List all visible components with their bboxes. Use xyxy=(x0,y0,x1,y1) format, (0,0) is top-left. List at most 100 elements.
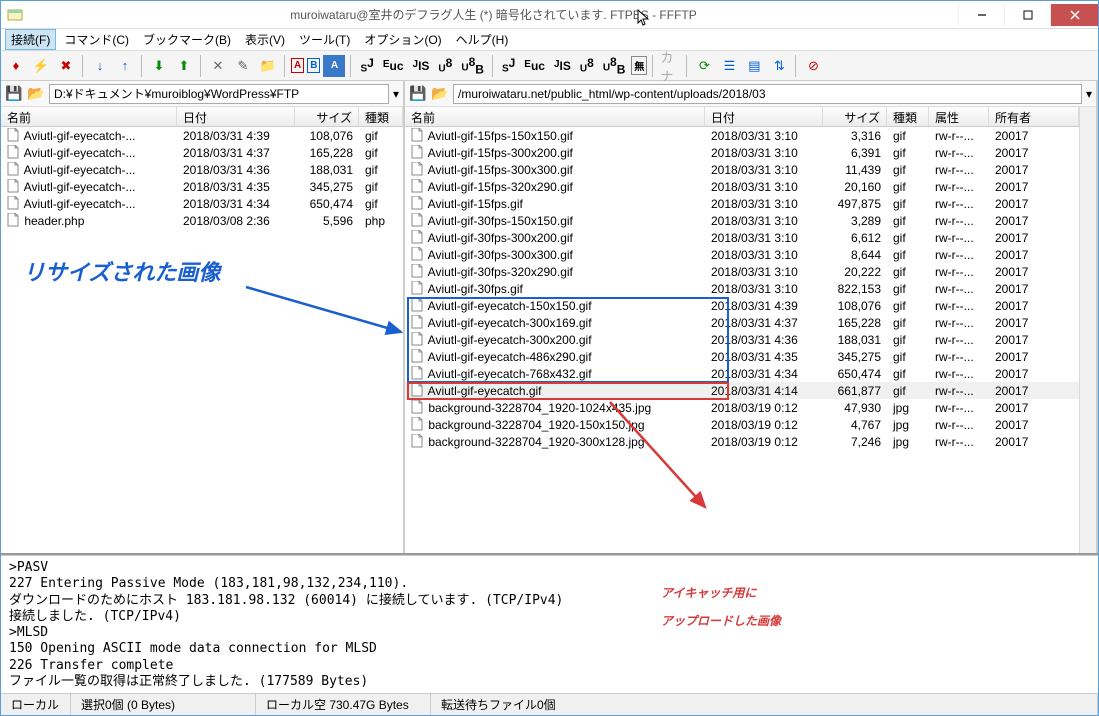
table-row[interactable]: Aviutl-gif-30fps-300x300.gif2018/03/31 3… xyxy=(405,246,1079,263)
jis-send-icon[interactable]: JIS xyxy=(551,57,574,75)
table-row[interactable]: background-3228704_1920-150x150.jpg2018/… xyxy=(405,416,1079,433)
mirror-download-icon[interactable]: ⬇ xyxy=(148,55,170,77)
table-row[interactable]: background-3228704_1920-1024x435.jpg2018… xyxy=(405,399,1079,416)
status-local: ローカル xyxy=(1,694,71,715)
col-perm[interactable]: 属性 xyxy=(929,107,989,126)
table-row[interactable]: background-3228704_1920-300x128.jpg2018/… xyxy=(405,433,1079,450)
table-row[interactable]: Aviutl-gif-15fps.gif2018/03/31 3:10497,8… xyxy=(405,195,1079,212)
col-name[interactable]: 名前 xyxy=(405,107,705,126)
menu-tool[interactable]: ツール(T) xyxy=(293,29,356,50)
connect-icon[interactable]: ♦ xyxy=(5,55,27,77)
table-row[interactable]: Aviutl-gif-30fps-150x150.gif2018/03/31 3… xyxy=(405,212,1079,229)
rename-icon[interactable]: ✎ xyxy=(232,55,254,77)
menu-bookmark[interactable]: ブックマーク(B) xyxy=(137,29,237,50)
col-name[interactable]: 名前 xyxy=(1,107,177,126)
local-list-header: 名前 日付 サイズ 種類 xyxy=(1,107,403,127)
table-row[interactable]: Aviutl-gif-30fps-300x200.gif2018/03/31 3… xyxy=(405,229,1079,246)
mkdir-icon[interactable]: 📁 xyxy=(257,55,279,77)
col-owner[interactable]: 所有者 xyxy=(989,107,1079,126)
table-row[interactable]: Aviutl-gif-eyecatch.gif2018/03/31 4:1466… xyxy=(405,382,1079,399)
sjis-recv-icon[interactable]: SJ xyxy=(357,54,376,76)
table-row[interactable]: Aviutl-gif-eyecatch-300x169.gif2018/03/3… xyxy=(405,314,1079,331)
utf8b-send-icon[interactable]: U8B xyxy=(600,53,629,78)
remote-path-dropdown-icon[interactable]: ▾ xyxy=(1086,87,1092,101)
table-row[interactable]: header.php2018/03/08 2:365,596php xyxy=(1,212,403,229)
minimize-button[interactable] xyxy=(958,4,1004,26)
menu-connect[interactable]: 接続(F) xyxy=(5,29,56,50)
remote-scrollbar[interactable] xyxy=(1079,107,1096,553)
col-size[interactable]: サイズ xyxy=(295,107,359,126)
col-date[interactable]: 日付 xyxy=(705,107,823,126)
jis-recv-icon[interactable]: JIS xyxy=(410,57,433,75)
utf8-recv-icon[interactable]: U8 xyxy=(435,54,455,76)
table-row[interactable]: Aviutl-gif-eyecatch-...2018/03/31 4:3618… xyxy=(1,161,403,178)
kana-icon[interactable]: カナ xyxy=(659,55,681,77)
quick-connect-icon[interactable]: ⚡ xyxy=(30,55,52,77)
table-row[interactable]: Aviutl-gif-30fps.gif2018/03/31 3:10822,1… xyxy=(405,280,1079,297)
annotation-resized-images: リサイズされた画像 xyxy=(23,255,220,287)
euc-send-icon[interactable]: Euc xyxy=(521,57,548,75)
detail-icon[interactable]: ▤ xyxy=(743,55,765,77)
menu-option[interactable]: オプション(O) xyxy=(358,29,447,50)
local-up-icon[interactable]: 📂 xyxy=(27,85,45,103)
table-row[interactable]: Aviutl-gif-15fps-300x200.gif2018/03/31 3… xyxy=(405,144,1079,161)
status-free-space: ローカル空 730.47G Bytes xyxy=(256,694,431,715)
remote-file-list[interactable]: Aviutl-gif-15fps-150x150.gif2018/03/31 3… xyxy=(405,127,1079,553)
close-button[interactable] xyxy=(1050,4,1098,26)
maximize-button[interactable] xyxy=(1004,4,1050,26)
table-row[interactable]: Aviutl-gif-eyecatch-...2018/03/31 4:3465… xyxy=(1,195,403,212)
log-pane[interactable]: >PASV227 Entering Passive Mode (183,181,… xyxy=(1,555,1098,693)
table-row[interactable]: Aviutl-gif-eyecatch-...2018/03/31 4:3716… xyxy=(1,144,403,161)
table-row[interactable]: Aviutl-gif-30fps-320x290.gif2018/03/31 3… xyxy=(405,263,1079,280)
table-row[interactable]: Aviutl-gif-15fps-300x300.gif2018/03/31 3… xyxy=(405,161,1079,178)
abort-icon[interactable]: ⊘ xyxy=(802,55,824,77)
local-drive-icon[interactable]: 💾 xyxy=(5,85,23,103)
remote-up-icon[interactable]: 📂 xyxy=(431,85,449,103)
col-size[interactable]: サイズ xyxy=(823,107,887,126)
table-row[interactable]: Aviutl-gif-15fps-320x290.gif2018/03/31 3… xyxy=(405,178,1079,195)
list-icon[interactable]: ☰ xyxy=(718,55,740,77)
remote-list-header: 名前 日付 サイズ 種類 属性 所有者 xyxy=(405,107,1079,127)
disconnect-icon[interactable]: ✖ xyxy=(55,55,77,77)
col-date[interactable]: 日付 xyxy=(177,107,295,126)
menu-bar: 接続(F) コマンド(C) ブックマーク(B) 表示(V) ツール(T) オプシ… xyxy=(1,29,1098,51)
download-icon[interactable]: ↓ xyxy=(89,55,111,77)
table-row[interactable]: Aviutl-gif-eyecatch-768x432.gif2018/03/3… xyxy=(405,365,1079,382)
table-row[interactable]: Aviutl-gif-eyecatch-...2018/03/31 4:3910… xyxy=(1,127,403,144)
status-selection: 選択0個 (0 Bytes) xyxy=(71,694,256,715)
euc-recv-icon[interactable]: Euc xyxy=(380,57,407,75)
remote-drive-icon[interactable]: 💾 xyxy=(409,85,427,103)
menu-view[interactable]: 表示(V) xyxy=(239,29,291,50)
delete-icon[interactable]: ✕ xyxy=(207,55,229,77)
utf8-send-icon[interactable]: U8 xyxy=(577,54,597,76)
local-file-list[interactable]: Aviutl-gif-eyecatch-...2018/03/31 4:3910… xyxy=(1,127,403,553)
sjis-send-icon[interactable]: SJ xyxy=(499,54,518,76)
title-bar: muroiwataru@室井のデフラグ人生 (*) 暗号化されています. FTP… xyxy=(1,1,1098,29)
upload-icon[interactable]: ↑ xyxy=(114,55,136,77)
status-bar: ローカル 選択0個 (0 Bytes) ローカル空 730.47G Bytes … xyxy=(1,693,1098,715)
table-row[interactable]: Aviutl-gif-eyecatch-486x290.gif2018/03/3… xyxy=(405,348,1079,365)
status-queue: 転送待ちファイル0個 xyxy=(431,694,1098,715)
binary-mode-icon[interactable]: B xyxy=(307,58,320,73)
col-type[interactable]: 種類 xyxy=(359,107,403,126)
menu-help[interactable]: ヘルプ(H) xyxy=(450,29,515,50)
window-title: muroiwataru@室井のデフラグ人生 (*) 暗号化されています. FTP… xyxy=(29,6,958,23)
remote-pane: 💾 📂 ▾ 名前 日付 サイズ 種類 属性 所有者 xyxy=(405,81,1098,553)
sync-icon[interactable]: ⇅ xyxy=(768,55,790,77)
menu-command[interactable]: コマンド(C) xyxy=(58,29,135,50)
utf8b-recv-icon[interactable]: U8B xyxy=(458,53,487,78)
table-row[interactable]: Aviutl-gif-eyecatch-150x150.gif2018/03/3… xyxy=(405,297,1079,314)
mirror-upload-icon[interactable]: ⬆ xyxy=(173,55,195,77)
table-row[interactable]: Aviutl-gif-eyecatch-300x200.gif2018/03/3… xyxy=(405,331,1079,348)
refresh-icon[interactable]: ⟳ xyxy=(693,55,715,77)
local-path-input[interactable] xyxy=(49,84,389,104)
auto-mode-icon[interactable]: A xyxy=(323,55,345,77)
no-kanji-icon[interactable]: 無 xyxy=(631,56,647,75)
table-row[interactable]: Aviutl-gif-15fps-150x150.gif2018/03/31 3… xyxy=(405,127,1079,144)
table-row[interactable]: Aviutl-gif-eyecatch-...2018/03/31 4:3534… xyxy=(1,178,403,195)
ascii-mode-icon[interactable]: A xyxy=(291,58,304,73)
col-type[interactable]: 種類 xyxy=(887,107,929,126)
remote-path-input[interactable] xyxy=(453,84,1082,104)
local-pane: 💾 📂 ▾ 名前 日付 サイズ 種類 Aviutl-gif-eyecatch-.… xyxy=(1,81,405,553)
local-path-dropdown-icon[interactable]: ▾ xyxy=(393,87,399,101)
